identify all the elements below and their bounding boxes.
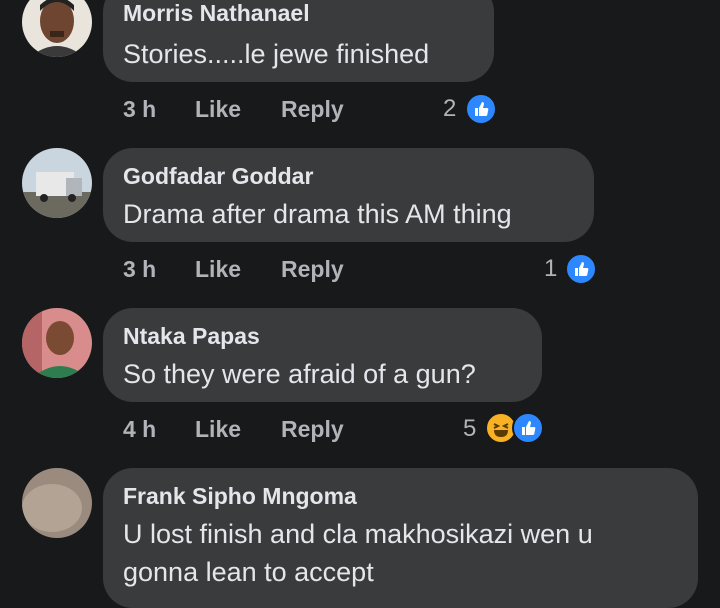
comment-author[interactable]: Godfadar Goddar [123, 163, 313, 190]
like-icon[interactable] [565, 253, 597, 285]
like-icon[interactable] [512, 412, 544, 444]
comment-bubble: Frank Sipho Mngoma U lost finish and cla… [103, 468, 698, 608]
comment-text-line: U lost finish and cla makhosikazi wen u [123, 519, 593, 549]
like-button[interactable]: Like [195, 416, 241, 443]
like-icon[interactable] [465, 93, 497, 125]
avatar[interactable] [22, 0, 92, 57]
avatar[interactable] [22, 148, 92, 218]
comment-text-line: gonna lean to accept [123, 557, 374, 587]
comment-time[interactable]: 4 h [123, 416, 156, 443]
comment-time[interactable]: 3 h [123, 256, 156, 283]
comment-bubble: Ntaka Papas So they were afraid of a gun… [103, 308, 542, 402]
comment-author[interactable]: Morris Nathanael [123, 0, 310, 27]
comment-text: So they were afraid of a gun? [123, 359, 476, 389]
reaction-count[interactable]: 2 [443, 95, 456, 123]
reply-button[interactable]: Reply [281, 96, 344, 123]
reaction-count[interactable]: 5 [463, 415, 476, 443]
avatar[interactable] [22, 468, 92, 538]
like-button[interactable]: Like [195, 256, 241, 283]
comment-text: Drama after drama this AM thing [123, 199, 512, 229]
avatar[interactable] [22, 308, 92, 378]
reaction-count[interactable]: 1 [544, 255, 557, 283]
comment-bubble: Morris Nathanael Stories.....le jewe fin… [103, 0, 494, 82]
comment-time[interactable]: 3 h [123, 96, 156, 123]
comment-text: U lost finish and cla makhosikazi wen u … [123, 515, 593, 591]
comment-author[interactable]: Frank Sipho Mngoma [123, 483, 357, 510]
comment-text: Stories.....le jewe finished [123, 39, 430, 69]
comment-bubble: Godfadar Goddar Drama after drama this A… [103, 148, 594, 242]
like-button[interactable]: Like [195, 96, 241, 123]
comment-author[interactable]: Ntaka Papas [123, 323, 260, 350]
reply-button[interactable]: Reply [281, 416, 344, 443]
reply-button[interactable]: Reply [281, 256, 344, 283]
